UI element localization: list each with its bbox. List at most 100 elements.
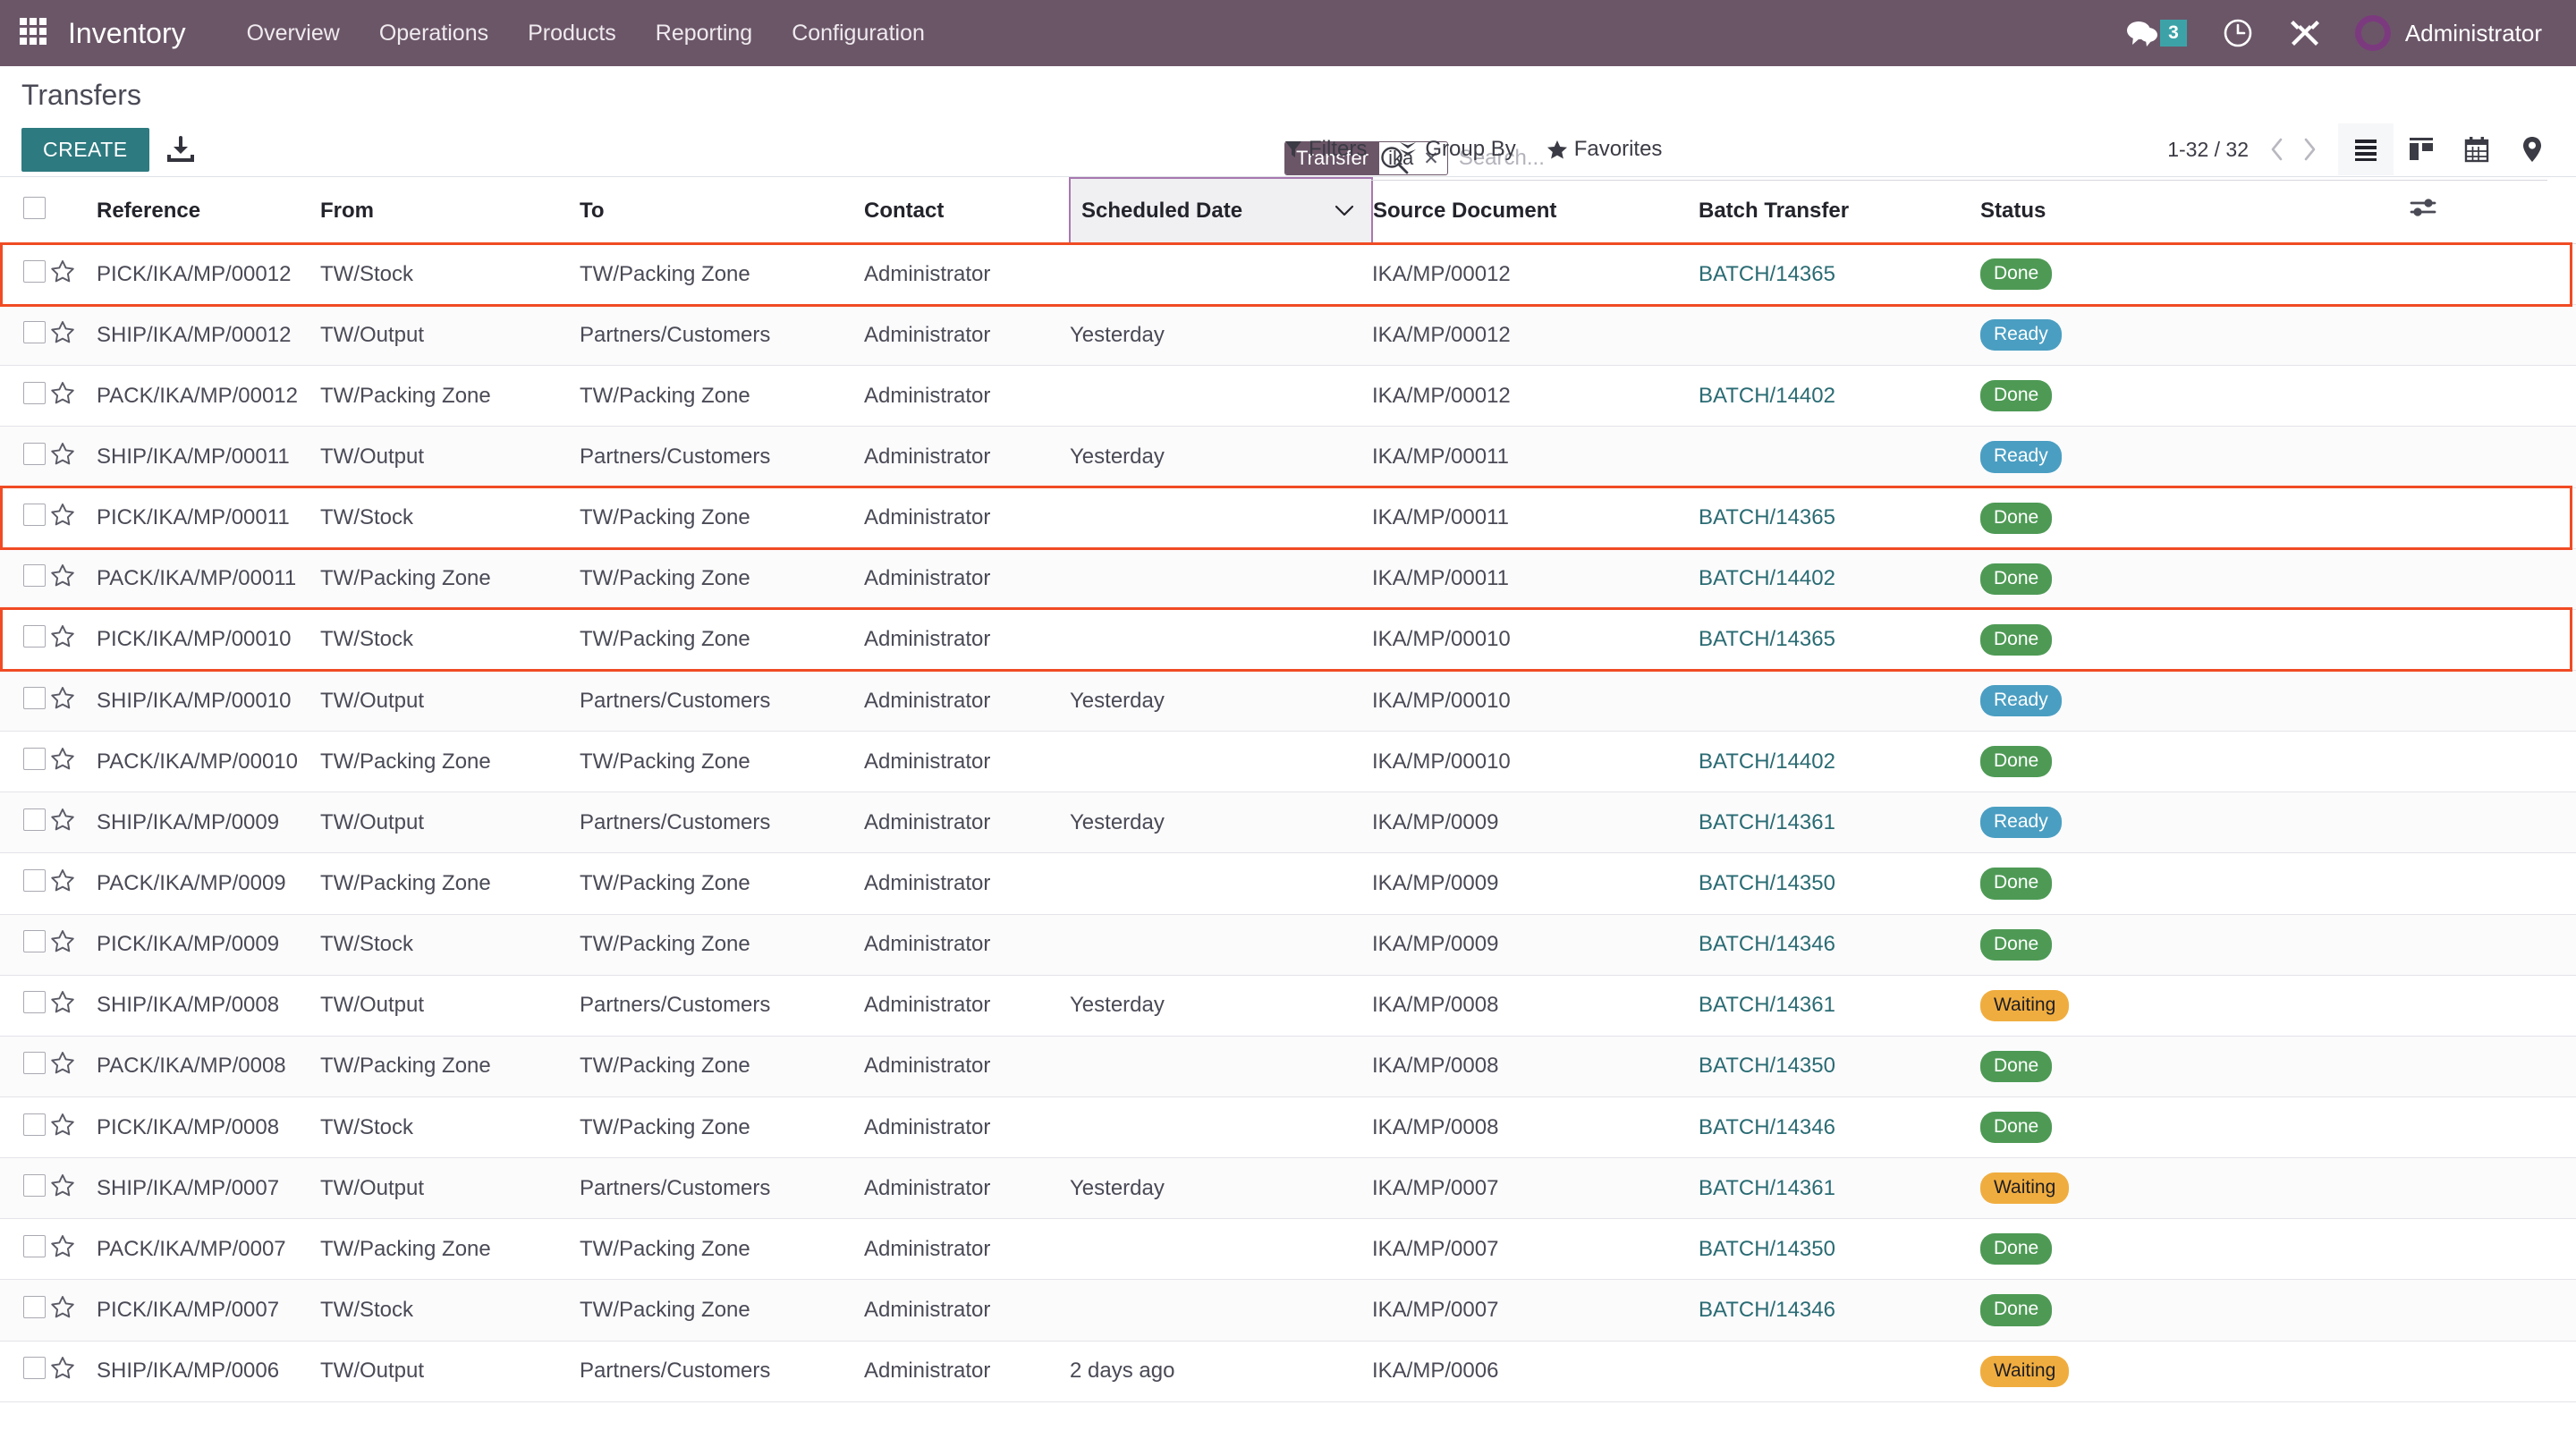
- batch-transfer-link[interactable]: BATCH/14361: [1699, 1176, 1835, 1200]
- checkbox-unchecked[interactable]: [23, 196, 46, 219]
- cell-batch-transfer[interactable]: BATCH/14402: [1699, 731, 1980, 793]
- table-row[interactable]: PACK/IKA/MP/0007 TW/Packing Zone TW/Packin…: [0, 1218, 2576, 1281]
- row-select-cell[interactable]: [0, 731, 50, 793]
- row-favorite-cell[interactable]: [50, 791, 97, 854]
- checkbox-unchecked[interactable]: [23, 1234, 46, 1257]
- cell-batch-transfer[interactable]: BATCH/14350: [1699, 1036, 1980, 1097]
- column-header-contact[interactable]: Contact: [864, 178, 1070, 244]
- batch-transfer-link[interactable]: BATCH/14346: [1699, 1298, 1835, 1322]
- row-favorite-cell[interactable]: [50, 1157, 97, 1220]
- row-select-cell[interactable]: [0, 1096, 50, 1159]
- row-select-cell[interactable]: [0, 852, 50, 915]
- row-favorite-cell[interactable]: [50, 487, 97, 549]
- import-download-icon[interactable]: [165, 135, 196, 164]
- table-row[interactable]: PICK/IKA/MP/00010 TW/Stock TW/Packing Zone…: [0, 609, 2576, 671]
- cell-batch-transfer[interactable]: BATCH/14365: [1699, 609, 1980, 671]
- batch-transfer-link[interactable]: BATCH/14365: [1699, 262, 1835, 286]
- row-favorite-cell[interactable]: [50, 852, 97, 915]
- row-select-cell[interactable]: [0, 243, 50, 306]
- select-all-header[interactable]: [0, 178, 50, 244]
- pager-previous-button[interactable]: [2261, 137, 2293, 162]
- row-favorite-cell[interactable]: [50, 609, 97, 671]
- checkbox-unchecked[interactable]: [23, 930, 46, 953]
- table-row[interactable]: PICK/IKA/MP/0007 TW/Stock TW/Packing Zone A…: [0, 1279, 2576, 1342]
- cell-batch-transfer[interactable]: BATCH/14365: [1699, 487, 1980, 549]
- row-select-cell[interactable]: [0, 1157, 50, 1220]
- column-header-to[interactable]: To: [580, 178, 864, 244]
- batch-transfer-link[interactable]: BATCH/14402: [1699, 384, 1835, 408]
- nav-menu-operations[interactable]: Operations: [360, 0, 508, 66]
- cell-batch-transfer[interactable]: BATCH/14361: [1699, 975, 1980, 1037]
- batch-transfer-link[interactable]: BATCH/14402: [1699, 749, 1835, 774]
- cell-batch-transfer[interactable]: BATCH/14402: [1699, 548, 1980, 610]
- checkbox-unchecked[interactable]: [23, 868, 46, 892]
- cell-batch-transfer[interactable]: BATCH/14361: [1699, 791, 1980, 854]
- batch-transfer-link[interactable]: BATCH/14346: [1699, 1115, 1835, 1139]
- row-select-cell[interactable]: [0, 426, 50, 488]
- checkbox-unchecked[interactable]: [23, 991, 46, 1014]
- row-select-cell[interactable]: [0, 487, 50, 549]
- cell-batch-transfer[interactable]: BATCH/14346: [1699, 914, 1980, 976]
- batch-transfer-link[interactable]: BATCH/14350: [1699, 871, 1835, 895]
- row-select-cell[interactable]: [0, 975, 50, 1037]
- checkbox-unchecked[interactable]: [23, 1052, 46, 1075]
- column-header-from[interactable]: From: [320, 178, 580, 244]
- group-by-dropdown[interactable]: Group By: [1397, 137, 1516, 162]
- apps-grid-icon[interactable]: [20, 18, 50, 48]
- row-select-cell[interactable]: [0, 1036, 50, 1097]
- checkbox-unchecked[interactable]: [23, 1295, 46, 1318]
- batch-transfer-link[interactable]: BATCH/14350: [1699, 1054, 1835, 1078]
- row-select-cell[interactable]: [0, 914, 50, 976]
- checkbox-unchecked[interactable]: [23, 381, 46, 404]
- row-favorite-cell[interactable]: [50, 731, 97, 793]
- nav-menu-products[interactable]: Products: [508, 0, 636, 66]
- batch-transfer-link[interactable]: BATCH/14365: [1699, 505, 1835, 529]
- cell-batch-transfer[interactable]: BATCH/14402: [1699, 365, 1980, 427]
- column-options-button[interactable]: [2410, 178, 2576, 244]
- nav-menu-reporting[interactable]: Reporting: [636, 0, 772, 66]
- row-favorite-cell[interactable]: [50, 670, 97, 732]
- checkbox-unchecked[interactable]: [23, 1113, 46, 1136]
- cell-batch-transfer[interactable]: [1699, 670, 1980, 732]
- row-select-cell[interactable]: [0, 365, 50, 427]
- table-row[interactable]: PICK/IKA/MP/0009 TW/Stock TW/Packing Zone A…: [0, 914, 2576, 976]
- checkbox-unchecked[interactable]: [23, 686, 46, 709]
- batch-transfer-link[interactable]: BATCH/14361: [1699, 810, 1835, 834]
- checkbox-unchecked[interactable]: [23, 259, 46, 283]
- debug-tools-menu[interactable]: [2271, 0, 2339, 66]
- cell-batch-transfer[interactable]: [1699, 426, 1980, 488]
- row-favorite-cell[interactable]: [50, 304, 97, 367]
- cell-batch-transfer[interactable]: BATCH/14350: [1699, 852, 1980, 915]
- nav-menu-overview[interactable]: Overview: [227, 0, 360, 66]
- row-favorite-cell[interactable]: [50, 1036, 97, 1097]
- column-header-source-document[interactable]: Source Document: [1372, 178, 1699, 244]
- pager-next-button[interactable]: [2293, 137, 2326, 162]
- table-row[interactable]: PACK/IKA/MP/00011 TW/Packing Zone TW/Packi…: [0, 548, 2576, 610]
- checkbox-unchecked[interactable]: [23, 1173, 46, 1197]
- row-favorite-cell[interactable]: [50, 1218, 97, 1281]
- cell-batch-transfer[interactable]: BATCH/14361: [1699, 1157, 1980, 1220]
- cell-batch-transfer[interactable]: BATCH/14346: [1699, 1279, 1980, 1342]
- user-menu[interactable]: Administrator: [2339, 15, 2553, 51]
- row-favorite-cell[interactable]: [50, 1279, 97, 1342]
- map-view-button[interactable]: [2504, 123, 2560, 175]
- row-favorite-cell[interactable]: [50, 914, 97, 976]
- row-select-cell[interactable]: [0, 791, 50, 854]
- row-favorite-cell[interactable]: [50, 548, 97, 610]
- batch-transfer-link[interactable]: BATCH/14350: [1699, 1237, 1835, 1261]
- column-header-reference[interactable]: Reference: [97, 178, 320, 244]
- row-favorite-cell[interactable]: [50, 426, 97, 488]
- cell-batch-transfer[interactable]: [1699, 1341, 1980, 1402]
- cell-batch-transfer[interactable]: BATCH/14365: [1699, 243, 1980, 306]
- table-row[interactable]: SHIP/IKA/MP/00012 TW/Output Partners/Custo…: [0, 304, 2576, 367]
- table-row[interactable]: SHIP/IKA/MP/00011 TW/Output Partners/Custo…: [0, 426, 2576, 488]
- table-row[interactable]: PICK/IKA/MP/00012 TW/Stock TW/Packing Zone…: [0, 243, 2576, 306]
- row-select-cell[interactable]: [0, 609, 50, 671]
- row-favorite-cell[interactable]: [50, 1341, 97, 1402]
- table-row[interactable]: PICK/IKA/MP/00011 TW/Stock TW/Packing Zone…: [0, 487, 2576, 549]
- row-select-cell[interactable]: [0, 670, 50, 732]
- row-select-cell[interactable]: [0, 548, 50, 610]
- table-row[interactable]: SHIP/IKA/MP/0006 TW/Output Partners/Custom…: [0, 1341, 2576, 1402]
- batch-transfer-link[interactable]: BATCH/14361: [1699, 993, 1835, 1017]
- table-row[interactable]: PACK/IKA/MP/0009 TW/Packing Zone TW/Packin…: [0, 852, 2576, 915]
